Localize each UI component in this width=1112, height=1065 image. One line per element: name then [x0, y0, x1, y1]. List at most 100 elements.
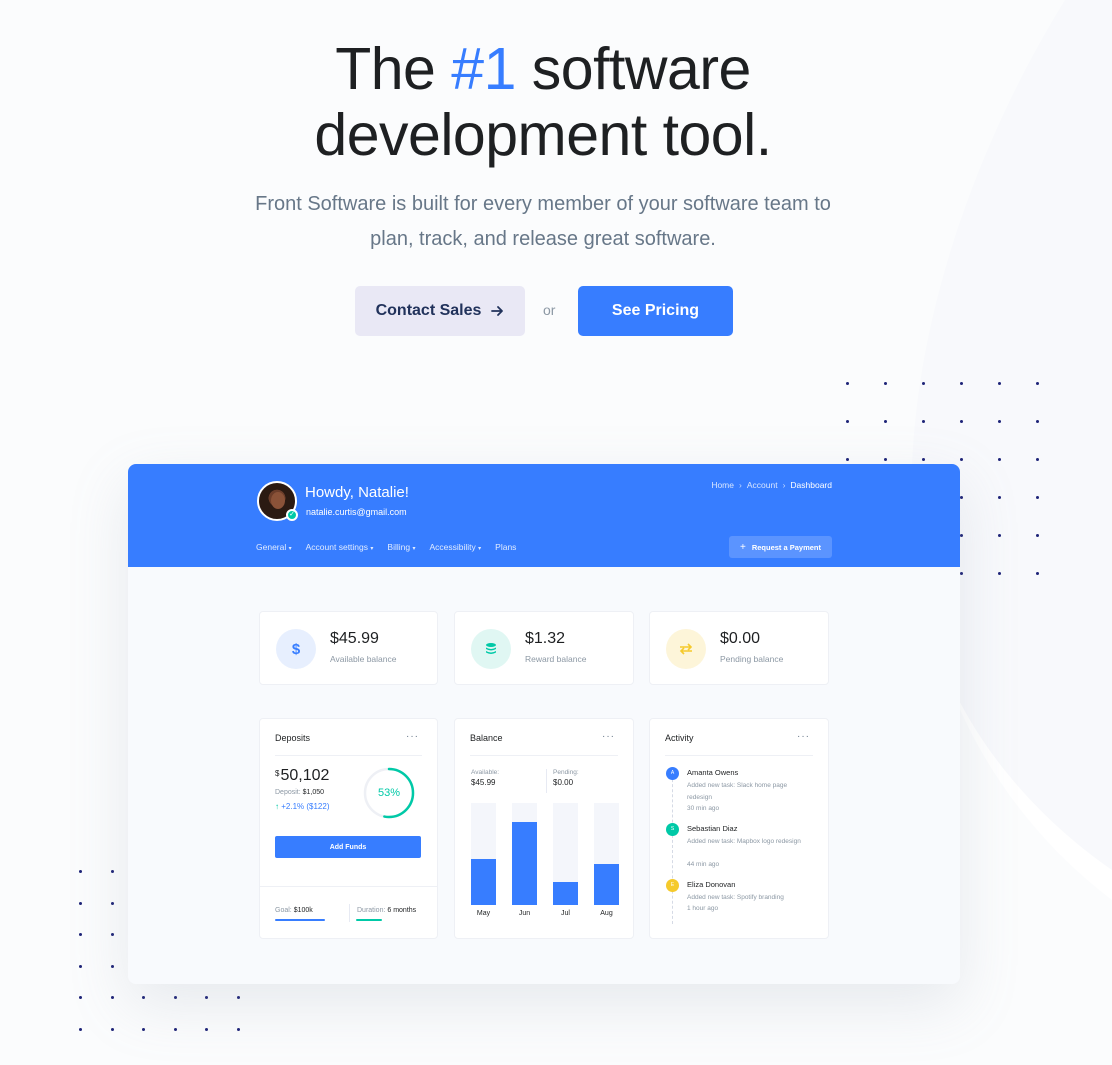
- dot: [884, 458, 887, 461]
- dot: [205, 996, 208, 999]
- dot: [960, 382, 963, 385]
- request-payment-button[interactable]: + Request a Payment: [729, 536, 832, 558]
- goal-progress-bar: [275, 919, 325, 921]
- dot: [79, 870, 82, 873]
- deposit-change-value: +2.1% ($122): [281, 802, 330, 811]
- bar-jul[interactable]: [553, 881, 578, 905]
- dot: [110, 1027, 114, 1031]
- database-icon: [471, 629, 511, 669]
- timeline-line: [672, 774, 673, 924]
- breadcrumb-home[interactable]: Home: [711, 480, 734, 490]
- contact-sales-label: Contact Sales: [375, 302, 482, 319]
- dot: [960, 420, 963, 423]
- transfer-icon: [666, 629, 706, 669]
- more-horizontal-icon[interactable]: ···: [797, 731, 810, 742]
- hero-subtitle-line2: plan, track, and release great software.: [370, 228, 716, 250]
- duration-label: Duration:: [357, 907, 386, 914]
- deposits-panel: Deposits ··· $50,102 Deposit: $1,050 ↑ +…: [259, 718, 438, 939]
- or-text: or: [543, 302, 556, 318]
- chevron-down-icon: ▾: [370, 546, 374, 552]
- activity-avatar: A: [666, 767, 679, 780]
- dot: [960, 534, 963, 537]
- dot: [998, 534, 1001, 537]
- stat-value: $1.32: [525, 630, 566, 647]
- avatar[interactable]: ✓: [257, 481, 298, 521]
- dashboard-header: ✓ Howdy, Natalie! natalie.curtis@gmail.c…: [128, 464, 960, 567]
- available-value: $45.99: [471, 778, 496, 787]
- bar-jun[interactable]: [512, 822, 537, 905]
- contact-sales-button[interactable]: Contact Sales: [355, 286, 525, 336]
- breadcrumb-dashboard: Dashboard: [790, 480, 832, 490]
- dot: [1036, 534, 1039, 537]
- hero-title-post: software: [515, 36, 751, 102]
- breadcrumb-account[interactable]: Account: [747, 480, 778, 490]
- request-payment-label: Request a Payment: [751, 542, 822, 552]
- bar-track-jun: [512, 803, 537, 905]
- hero-title-line2: development tool.: [314, 102, 772, 168]
- dot: [79, 901, 82, 905]
- dot: [79, 996, 82, 999]
- dot: [846, 382, 849, 385]
- dot: [1036, 458, 1039, 461]
- bar-aug[interactable]: [594, 864, 619, 905]
- dot: [79, 933, 82, 936]
- activity-name[interactable]: Amanta Owens: [687, 768, 738, 777]
- activity-desc: Added new task: Slack home page redesign: [687, 782, 788, 801]
- more-horizontal-icon[interactable]: ···: [602, 731, 615, 742]
- dot: [998, 458, 1001, 461]
- deposits-amount-value: 50,102: [280, 767, 330, 784]
- dashboard-preview: ✓ Howdy, Natalie! natalie.curtis@gmail.c…: [128, 464, 960, 984]
- dot: [110, 996, 114, 999]
- goal-value: $100k: [293, 907, 313, 914]
- bar-track-jul: [553, 803, 578, 905]
- nav-account-settings[interactable]: Account settings ▾: [306, 542, 374, 552]
- nav-account-settings-label: Account settings: [305, 542, 369, 552]
- nav-accessibility-label: Accessibility: [429, 542, 476, 552]
- stat-label: Pending balance: [720, 654, 784, 664]
- activity-name[interactable]: Sebastian Diaz: [687, 824, 737, 833]
- add-funds-button[interactable]: Add Funds: [275, 836, 421, 858]
- see-pricing-button[interactable]: See Pricing: [578, 286, 733, 336]
- dot: [110, 933, 114, 936]
- divider: [546, 769, 547, 793]
- bar-label-jun: Jun: [518, 910, 531, 917]
- deposit-value: $1,050: [302, 789, 325, 796]
- activity-name[interactable]: Eliza Donovan: [687, 880, 735, 889]
- dot: [205, 1027, 208, 1031]
- chevron-down-icon: ▾: [412, 546, 416, 552]
- nav-plans[interactable]: Plans: [495, 542, 516, 552]
- dot: [884, 382, 887, 385]
- dot: [884, 420, 887, 423]
- nav-general[interactable]: General ▾: [256, 542, 292, 552]
- bar-label-jul: Jul: [561, 910, 570, 917]
- bar-label-may: May: [476, 910, 491, 917]
- dot: [79, 964, 82, 968]
- divider: [665, 755, 813, 756]
- nav-general-label: General: [256, 542, 287, 552]
- dot: [1036, 420, 1039, 423]
- available-label: Available:: [471, 769, 500, 776]
- greeting: Howdy, Natalie!: [305, 484, 409, 501]
- activity-avatar: S: [666, 823, 679, 836]
- nav-accessibility[interactable]: Accessibility ▾: [429, 542, 481, 552]
- deposit-line: Deposit: $1,050: [275, 789, 324, 796]
- stat-card-pending: $0.00 Pending balance: [649, 611, 829, 685]
- dot: [173, 1027, 177, 1031]
- dot: [1036, 496, 1039, 499]
- bar-track-aug: [594, 803, 619, 905]
- verified-badge-icon: ✓: [286, 509, 298, 521]
- dot: [1036, 382, 1039, 385]
- dollar-icon: $: [276, 629, 316, 669]
- progress-ring-label: 53%: [377, 787, 401, 799]
- divider: [275, 755, 422, 756]
- hero-title-pre: The: [335, 36, 452, 102]
- nav-billing[interactable]: Billing ▾: [387, 542, 415, 552]
- more-horizontal-icon[interactable]: ···: [406, 731, 419, 742]
- duration-line: Duration: 6 months: [355, 907, 416, 914]
- dot: [142, 996, 145, 999]
- dot: [998, 420, 1001, 423]
- dot: [960, 572, 963, 575]
- bar-label-aug: Aug: [600, 910, 613, 917]
- hero-subtitle: Front Software is built for every member…: [0, 187, 1086, 257]
- bar-may[interactable]: [471, 859, 496, 905]
